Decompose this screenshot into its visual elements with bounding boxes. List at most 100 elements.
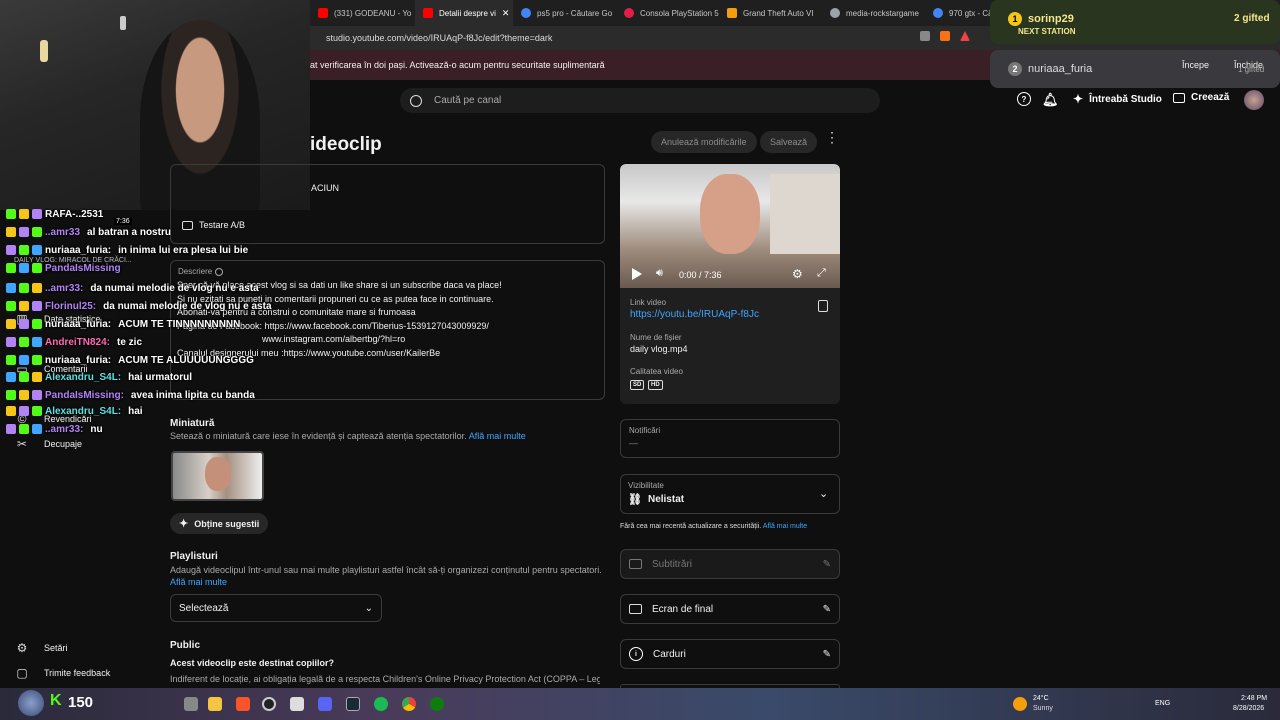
save-button[interactable]: Salvează [760,131,818,153]
settings-icon[interactable]: ⚙︎ [792,267,803,281]
playstation-icon [624,8,634,18]
notifications-field[interactable]: Notificări — [620,419,840,458]
thumbnail-image[interactable] [171,451,264,501]
browser-tab[interactable]: media-rockstargame [822,0,925,26]
xbox-icon[interactable] [430,697,444,711]
sidebar-item-settings[interactable]: ⚙︎ Setări [14,641,68,655]
edit-icon[interactable]: ✎ [823,649,831,660]
channel-search[interactable]: Caută pe canal [400,88,880,113]
spotify-icon[interactable] [374,697,388,711]
browser-tab-active[interactable]: Detalii despre vi ✕ [415,0,513,26]
chat-message-text: ACUM TE ALUUUUUNGGGG [118,354,254,366]
subtitles-row[interactable]: Subtitrări ✎ [620,549,840,579]
account-avatar[interactable] [1244,90,1264,110]
playlists-select[interactable]: Selectează ⌄ [170,594,382,622]
edit-icon[interactable]: ✎ [823,604,831,615]
webcam-lamp [40,40,48,62]
sidebar-item-clips[interactable]: ✂ Decupaje [14,437,82,451]
search-icon [410,94,422,107]
get-suggestions-button[interactable]: ✦ Obține sugestii [170,513,269,534]
chat-badge-icon [32,245,42,255]
chat-username[interactable]: PandaIsMissing: [45,390,124,401]
search-placeholder: Caută pe canal [434,95,502,106]
learn-more-link[interactable]: Află mai multe [469,431,526,441]
copy-icon[interactable] [818,300,828,312]
folder-icon[interactable] [208,697,222,711]
title-value[interactable]: ACIUN [311,183,339,193]
security-note: Fără cea mai recentă actualizare a secur… [620,523,808,530]
chat-message-text: hai [128,405,143,417]
clock-date[interactable]: 8/28/2026 [1233,705,1264,712]
chat-badge-icon [19,355,29,365]
play-icon[interactable] [632,268,642,280]
security-learn-more-link[interactable]: Află mai multe [763,523,807,530]
chat-username[interactable]: ..amr33: [45,424,83,435]
chat-badge-icon [6,283,16,293]
clock-time[interactable]: 2:48 PM [1241,695,1267,702]
chat-badge-icon [19,406,29,416]
chat-badge-icon [6,337,16,347]
viewer-count: 150 [68,694,94,711]
chat-badge-icon [32,424,42,434]
browser-tab[interactable]: Consola PlayStation 5 [616,0,719,26]
kick-logo-icon: K [50,692,62,709]
ab-test-icon [182,220,193,230]
video-player[interactable]: 🔊︎ 0:00 / 7:36 ⚙︎ ⤢ [620,164,840,288]
title-field[interactable]: ACIUN [170,164,605,244]
chat-message-text: da numai melodie de vlog nu e asta [103,300,272,312]
translate-icon[interactable] [920,31,930,41]
playlists-learn-more-link[interactable]: Află mai multe [170,577,227,587]
close-tab-icon[interactable]: ✕ [502,8,510,19]
chat-badge-icon [32,337,42,347]
create-button[interactable]: Creează [1173,92,1229,103]
video-preview-card: 🔊︎ 0:00 / 7:36 ⚙︎ ⤢ Link video https://y… [620,164,840,404]
brave-icon[interactable] [236,697,250,711]
rockstar-icon [727,8,737,18]
volume-icon[interactable]: 🔊︎ [656,267,663,280]
browser-tab[interactable]: (331) GODEANU - Yo [310,0,415,26]
more-options-icon[interactable]: ⋮ [825,130,839,144]
app-icon[interactable] [318,697,332,711]
sidebar-item-feedback[interactable]: ▢ Trimite feedback [14,666,110,680]
brave-rewards-icon[interactable] [960,31,970,41]
chrome-icon[interactable] [402,697,416,711]
cards-row[interactable]: i Carduri ✎ [620,639,840,669]
help-icon: ? [1017,92,1031,106]
language-indicator[interactable]: ENG [1155,700,1170,707]
browser-tab[interactable]: Grand Theft Auto VI [719,0,822,26]
notifications-button[interactable]: 🔔︎ [1042,92,1059,108]
undo-changes-button[interactable]: Anulează modificările [651,131,757,153]
video-link[interactable]: https://youtu.be/IRUAqP-f8Jc [630,309,759,320]
end-screen-row[interactable]: Ecran de final ✎ [620,594,840,624]
chat-badge-icon [32,227,42,237]
store-icon[interactable] [290,697,304,711]
steam-icon[interactable] [346,697,360,711]
chat-username[interactable]: ..amr33: [45,283,83,294]
chat-username[interactable]: RAFA-..2531 [45,209,103,220]
chat-username[interactable]: PandaIsMissing [45,263,121,274]
chat-username[interactable]: nuriaaa_furia: [45,245,111,256]
chat-username[interactable]: nuriaaa_furia: [45,355,111,366]
chat-username[interactable]: Alexandru_S4L: [45,372,121,383]
chat-username[interactable]: nuriaaa_furia: [45,319,111,330]
help-button[interactable]: ? [1017,92,1031,106]
edit-icon[interactable]: ✎ [823,559,831,570]
url-text[interactable]: studio.youtube.com/video/IRUAqP-f8Jc/edi… [326,33,552,43]
file-explorer-icon[interactable] [184,697,198,711]
chat-badge-icon [6,301,16,311]
chat-badge-icon [19,390,29,400]
start-button[interactable]: Începe [1182,60,1209,70]
chat-username[interactable]: ..amr33 [45,227,80,238]
chat-badge-icon [6,406,16,416]
browser-tab[interactable]: ps5 pro - Căutare Go [513,0,616,26]
chat-username[interactable]: AndreiTN824: [45,337,110,348]
ask-studio-button[interactable]: ✦ Întreabă Studio [1073,92,1162,106]
visibility-select[interactable]: Vizibilitate ⛓︎ Nelistat ⌄ [620,474,840,514]
chat-badge-icon [19,424,29,434]
chat-username[interactable]: Alexandru_S4L: [45,406,121,417]
chat-username[interactable]: Florinul25: [45,301,96,312]
brave-shield-icon[interactable] [940,31,950,41]
fullscreen-icon[interactable]: ⤢ [817,267,826,280]
obs-icon[interactable] [262,697,276,711]
ab-test-button[interactable]: Testare A/B [182,220,245,230]
